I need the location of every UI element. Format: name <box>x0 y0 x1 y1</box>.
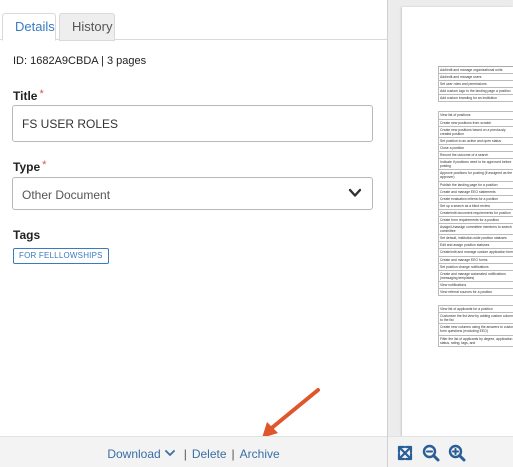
document-row: Publish the landing page for a position <box>438 181 513 189</box>
tab-details[interactable]: Details <box>2 13 56 41</box>
document-row <box>438 102 513 113</box>
title-input[interactable] <box>12 105 373 142</box>
chevron-down-icon <box>348 188 362 197</box>
document-details-panel: Details History ID: 1682A9CBDA | 3 pages… <box>0 0 387 467</box>
document-row <box>438 296 513 307</box>
document-row: Set user roles and permissions <box>438 81 513 89</box>
document-row: Indicate if positions need to be approve… <box>438 159 513 171</box>
document-row: Add custom branding for an institution <box>438 95 513 103</box>
document-row: Add custom logo to the landing page a po… <box>438 88 513 96</box>
tag-chip[interactable]: FOR FELLLOWSHIPS <box>13 248 109 264</box>
document-row: View referral sources for a position <box>438 289 513 297</box>
title-label: Title * <box>13 88 44 103</box>
document-preview-panel: Add/edit and manage organizational units… <box>388 0 513 467</box>
document-row: Assign/Unassign committee members to sea… <box>438 224 513 236</box>
tab-history[interactable]: History <box>59 13 115 41</box>
footer-actions: Download | Delete | Archive <box>0 446 387 461</box>
document-row: Set position change notifications <box>438 263 513 271</box>
document-row: Set position to an active and open statu… <box>438 137 513 145</box>
document-row: Set default, institution-wide position s… <box>438 235 513 243</box>
document-row: Approve positions for posting (if assign… <box>438 170 513 182</box>
type-select[interactable]: Other Document <box>12 177 373 210</box>
zoom-out-icon[interactable] <box>422 444 440 462</box>
document-row: Add/edit and manage organizational units <box>438 67 513 75</box>
document-table: Add/edit and manage organizational units… <box>438 66 513 347</box>
document-row: Create/edit document requirements for po… <box>438 209 513 217</box>
document-row: View list of positions <box>438 112 513 120</box>
required-marker: * <box>42 159 47 171</box>
document-row: Edit and assign position statuses <box>438 242 513 250</box>
zoom-in-icon[interactable] <box>448 444 466 462</box>
document-row: Filter the list of applicants by degree,… <box>438 335 513 347</box>
type-label: Type * <box>13 159 47 174</box>
separator: | <box>231 446 235 461</box>
document-row: View list of applicants for a position <box>438 306 513 314</box>
required-marker: * <box>39 88 44 100</box>
document-id-line: ID: 1682A9CBDA | 3 pages <box>13 55 147 67</box>
document-page-preview[interactable]: Add/edit and manage organizational units… <box>402 7 513 437</box>
document-row: Create new columns using the answers to … <box>438 324 513 336</box>
delete-button[interactable]: Delete <box>192 447 227 461</box>
document-row: Create new positions from scratch <box>438 119 513 127</box>
document-row: Set up a search as a blind review <box>438 202 513 210</box>
document-row: Add/edit and manage users <box>438 74 513 82</box>
document-row: Create and manage EEO forms <box>438 256 513 264</box>
document-row: Close a position <box>438 144 513 153</box>
tags-label: Tags <box>13 228 41 242</box>
fit-screen-icon[interactable] <box>396 444 414 462</box>
document-row: Record the outcome of a search <box>438 152 513 160</box>
document-row: Create and manage automated notification… <box>438 270 513 282</box>
action-footer: Download | Delete | Archive <box>0 436 387 467</box>
download-button[interactable]: Download <box>107 446 178 461</box>
type-select-value: Other Document <box>22 188 111 202</box>
tab-bar: Details History <box>0 0 387 41</box>
document-row: Create and manage EEO statements <box>438 188 513 196</box>
chevron-down-icon <box>164 450 175 457</box>
document-row: Create evaluation criteria for a positio… <box>438 195 513 203</box>
document-row: Create new positions based on a previous… <box>438 126 513 138</box>
document-row: Create form requirements for a position <box>438 216 513 225</box>
archive-button[interactable]: Archive <box>240 447 280 461</box>
document-row: Create/edit and manage custom applicatio… <box>438 249 513 257</box>
document-row: Customize the list view by adding custom… <box>438 313 513 325</box>
separator: | <box>183 446 187 461</box>
document-row: View notifications <box>438 281 513 289</box>
preview-toolbar <box>388 436 513 467</box>
